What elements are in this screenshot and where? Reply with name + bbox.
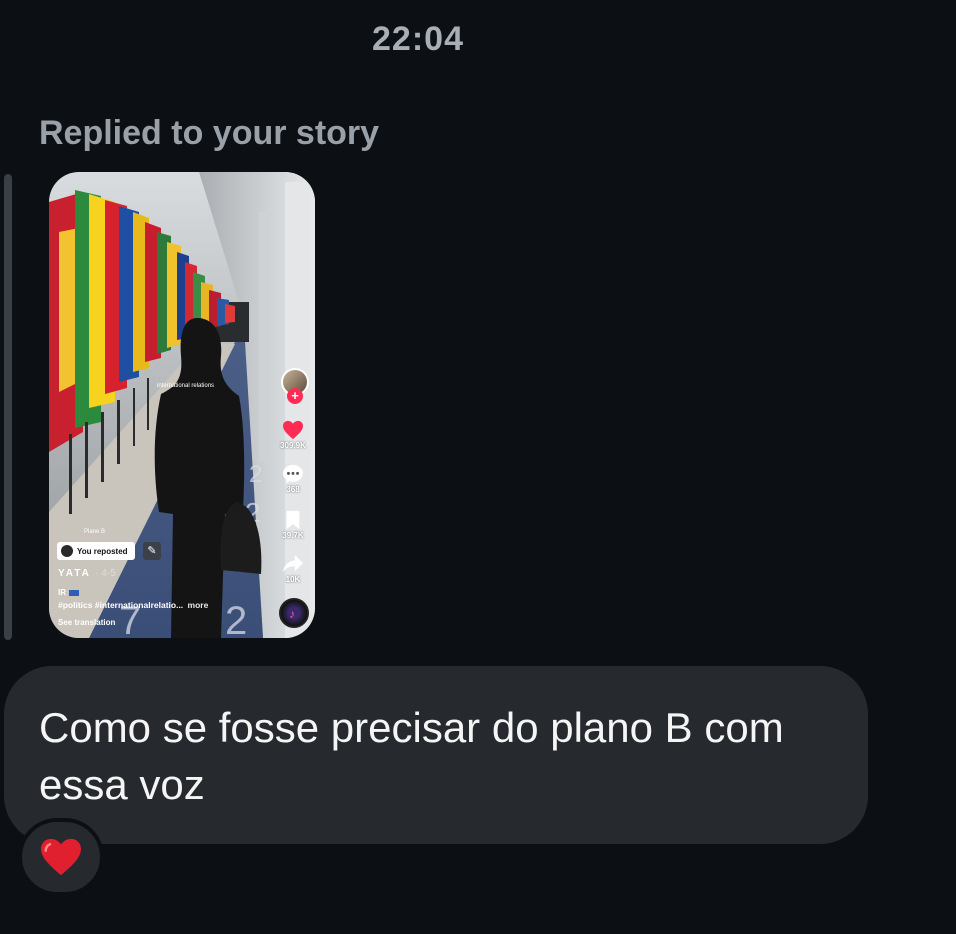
flag-emoji-icon	[69, 589, 79, 596]
comment-icon	[283, 464, 303, 484]
repost-chip[interactable]: You reposted	[57, 542, 135, 560]
author-line[interactable]: YATA · 4-5	[58, 568, 116, 579]
like-count: 309.9K	[280, 441, 306, 450]
edit-icon[interactable]: ✎	[143, 542, 161, 560]
bookmark-icon	[286, 510, 300, 530]
repost-avatar-icon	[61, 545, 73, 557]
share-action[interactable]: 10K	[273, 554, 313, 584]
share-icon	[283, 554, 303, 573]
message-time: 22:04	[372, 20, 464, 58]
author-name: YATA	[58, 568, 91, 579]
more-link[interactable]: more	[188, 600, 209, 610]
save-action[interactable]: 39.7K	[273, 510, 313, 540]
hashtag-text: #politics #internationalrelatio...	[58, 600, 184, 610]
story-preview[interactable]: 2 2 2 2 7 international relations + 309.…	[49, 172, 315, 638]
heart-icon	[283, 420, 303, 440]
post-text: IR	[58, 588, 79, 597]
like-action[interactable]: 309.9K	[273, 420, 313, 450]
story-overlay-caption: international relations	[157, 383, 215, 389]
comment-action[interactable]: 368	[273, 464, 313, 494]
hashtags[interactable]: #politics #internationalrelatio... more	[58, 600, 258, 610]
see-translation-link[interactable]: See translation	[58, 618, 115, 627]
message-text: Como se fosse precisar do plano B com es…	[39, 704, 784, 808]
comment-count: 368	[286, 485, 300, 494]
reaction-badge[interactable]	[18, 818, 104, 896]
heart-emoji-icon	[41, 838, 81, 876]
post-date: · 4-5	[95, 568, 116, 579]
music-disc[interactable]: ♪	[279, 598, 309, 628]
reply-indicator-bar	[4, 174, 12, 640]
music-note-icon: ♪	[289, 607, 295, 621]
repost-label: You reposted	[77, 546, 128, 556]
post-text-label: IR	[58, 588, 66, 597]
plane-label: Plane B	[84, 529, 106, 535]
reply-label: Replied to your story	[39, 114, 380, 152]
follow-plus-icon[interactable]: +	[287, 388, 303, 404]
message-bubble[interactable]: Como se fosse precisar do plano B com es…	[4, 666, 868, 844]
share-count: 10K	[285, 575, 301, 584]
save-count: 39.7K	[282, 531, 304, 540]
